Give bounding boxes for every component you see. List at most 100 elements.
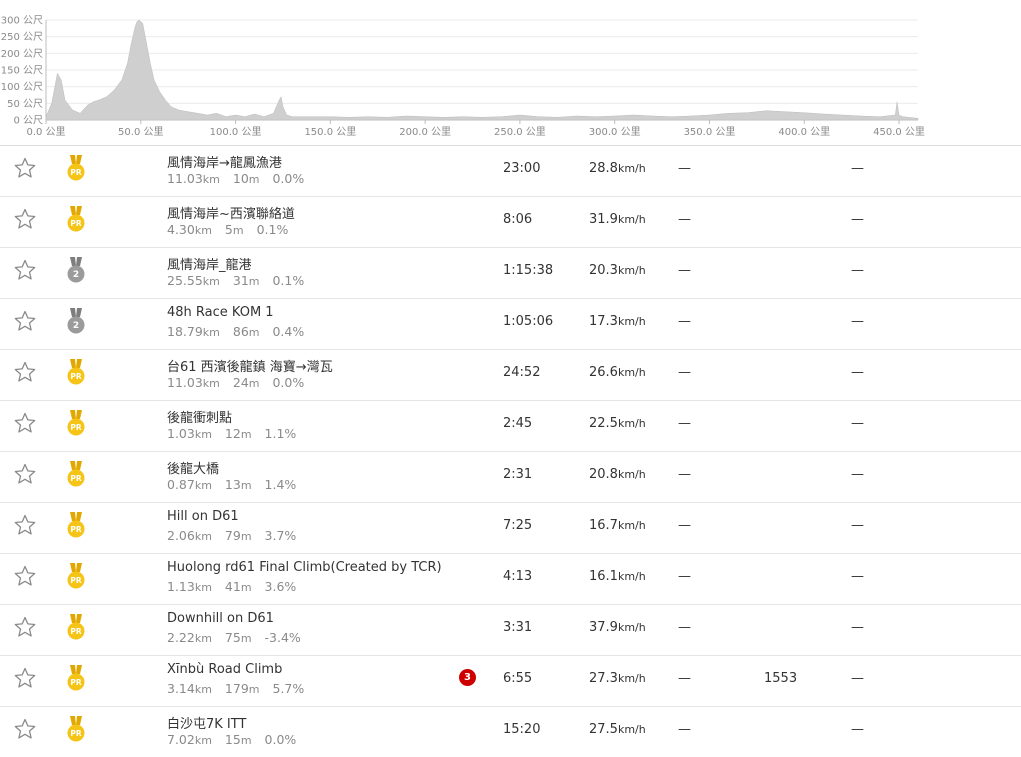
star-outline-icon[interactable] — [13, 666, 37, 690]
segment-row[interactable]: PR 後龍大橋 0.87km 13m 1.4% 2:31 20.8km/h — … — [0, 451, 1021, 502]
segment-speed: 37.9km/h — [589, 620, 646, 635]
segment-column-a: — — [678, 314, 691, 329]
segment-name-link[interactable]: 台61 西濱後龍鎮 海寶→灣瓦 — [167, 356, 333, 375]
x-tick-label: 0.0 公里 — [26, 126, 65, 138]
segment-elevation: 13m — [224, 477, 252, 492]
segment-stats: 1.13km 41m 3.6% — [167, 579, 305, 594]
segment-column-a: — — [678, 416, 691, 431]
segment-column-c: — — [851, 467, 864, 482]
segment-column-c: — — [851, 569, 864, 584]
elevation-profile-chart[interactable]: 0 公尺50 公尺100 公尺150 公尺200 公尺250 公尺300 公尺 … — [0, 0, 1021, 146]
star-outline-icon[interactable] — [13, 564, 37, 588]
segment-stats: 18.79km 86m 0.4% — [167, 324, 313, 339]
svg-text:PR: PR — [70, 627, 81, 636]
segment-column-c: — — [851, 263, 864, 278]
segment-elevation: 10m — [232, 171, 260, 186]
segment-time: 15:20 — [503, 722, 541, 737]
segment-efforts-table: PR 風情海岸→龍鳳漁港 11.03km 10m 0.0% 23:00 28.8… — [0, 145, 1021, 757]
segment-distance: 4.30km — [167, 222, 212, 237]
star-outline-icon[interactable] — [13, 462, 37, 486]
star-outline-icon[interactable] — [13, 717, 37, 741]
segment-name-link[interactable]: 白沙屯7K ITT — [167, 713, 246, 732]
segment-column-c: — — [851, 671, 864, 686]
svg-text:PR: PR — [70, 423, 81, 432]
svg-text:PR: PR — [70, 168, 81, 177]
star-outline-icon[interactable] — [13, 258, 37, 282]
segment-row[interactable]: PR Hill on D61 2.06km 79m 3.7% 7:25 16.7… — [0, 502, 1021, 553]
segment-stats: 1.03km 12m 1.1% — [167, 426, 305, 441]
segment-column-b: 1553 — [764, 671, 798, 686]
segment-name-link[interactable]: Downhill on D61 — [167, 611, 274, 626]
pr-medal-icon: PR — [67, 614, 85, 640]
segment-grade: 0.0% — [272, 171, 305, 186]
segment-distance: 0.87km — [167, 477, 212, 492]
segment-time: 23:00 — [503, 161, 541, 176]
segment-row[interactable]: PR Xīnbù Road Climb 3.14km 179m 5.7% 3 6… — [0, 655, 1021, 706]
x-tick-label: 250.0 公里 — [494, 126, 546, 138]
segment-distance: 7.02km — [167, 732, 212, 747]
x-tick-label: 350.0 公里 — [684, 126, 736, 138]
segment-row[interactable]: PR 台61 西濱後龍鎮 海寶→灣瓦 11.03km 24m 0.0% 24:5… — [0, 349, 1021, 400]
svg-text:PR: PR — [70, 525, 81, 534]
segment-name-link[interactable]: Huolong rd61 Final Climb(Created by TCR) — [167, 560, 442, 575]
svg-text:PR: PR — [70, 219, 81, 228]
segment-stats: 25.55km 31m 0.1% — [167, 273, 313, 288]
segment-column-a: — — [678, 722, 691, 737]
segment-name-link[interactable]: 風情海岸_龍港 — [167, 254, 252, 273]
segment-stats: 2.06km 79m 3.7% — [167, 528, 305, 543]
svg-text:2: 2 — [73, 270, 79, 280]
segment-grade: 5.7% — [272, 681, 305, 696]
segment-distance: 2.22km — [167, 630, 212, 645]
segment-distance: 11.03km — [167, 171, 220, 186]
svg-text:PR: PR — [70, 729, 81, 738]
segment-row[interactable]: PR 風情海岸→龍鳳漁港 11.03km 10m 0.0% 23:00 28.8… — [0, 145, 1021, 196]
segment-speed: 27.5km/h — [589, 722, 646, 737]
segment-distance: 18.79km — [167, 324, 220, 339]
segment-name-link[interactable]: 後龍大橋 — [167, 458, 219, 477]
segment-speed: 31.9km/h — [589, 212, 646, 227]
segment-name-link[interactable]: 後龍衝刺點 — [167, 407, 232, 426]
pr-medal-icon: PR — [67, 410, 85, 436]
segment-name-link[interactable]: 48h Race KOM 1 — [167, 305, 274, 320]
segment-elevation: 75m — [224, 630, 252, 645]
star-outline-icon[interactable] — [13, 207, 37, 231]
star-outline-icon[interactable] — [13, 360, 37, 384]
segment-time: 2:31 — [503, 467, 533, 482]
segment-name-link[interactable]: 風情海岸→龍鳳漁港 — [167, 152, 282, 171]
segment-row[interactable]: PR 風情海岸~西濱聯絡道 4.30km 5m 0.1% 8:06 31.9km… — [0, 196, 1021, 247]
segment-column-c: — — [851, 722, 864, 737]
pr-medal-icon: PR — [67, 155, 85, 181]
svg-text:2: 2 — [73, 321, 79, 331]
y-tick-label: 200 公尺 — [1, 48, 43, 60]
x-tick-label: 450.0 公里 — [873, 126, 925, 138]
star-outline-icon[interactable] — [13, 411, 37, 435]
segment-time: 7:25 — [503, 518, 533, 533]
segment-row[interactable]: PR 白沙屯7K ITT 7.02km 15m 0.0% 15:20 27.5k… — [0, 706, 1021, 757]
segment-grade: 1.4% — [264, 477, 297, 492]
star-outline-icon[interactable] — [13, 156, 37, 180]
segment-speed: 16.7km/h — [589, 518, 646, 533]
segment-elevation: 86m — [232, 324, 260, 339]
segment-elevation: 5m — [224, 222, 244, 237]
star-outline-icon[interactable] — [13, 513, 37, 537]
segment-elevation: 31m — [232, 273, 260, 288]
segment-name-link[interactable]: 風情海岸~西濱聯絡道 — [167, 203, 295, 222]
star-outline-icon[interactable] — [13, 309, 37, 333]
segment-time: 1:15:38 — [503, 263, 554, 278]
segment-column-c: — — [851, 161, 864, 176]
svg-text:PR: PR — [70, 474, 81, 483]
y-tick-label: 50 公尺 — [7, 98, 43, 110]
segment-row[interactable]: PR Downhill on D61 2.22km 75m -3.4% 3:31… — [0, 604, 1021, 655]
segment-name-link[interactable]: Hill on D61 — [167, 509, 239, 524]
segment-column-c: — — [851, 416, 864, 431]
segment-row[interactable]: 2 48h Race KOM 1 18.79km 86m 0.4% 1:05:0… — [0, 298, 1021, 349]
star-outline-icon[interactable] — [13, 615, 37, 639]
segment-name-link[interactable]: Xīnbù Road Climb — [167, 662, 282, 677]
segment-row[interactable]: PR Huolong rd61 Final Climb(Created by T… — [0, 553, 1021, 604]
segment-row[interactable]: PR 後龍衝刺點 1.03km 12m 1.1% 2:45 22.5km/h —… — [0, 400, 1021, 451]
segment-speed: 20.3km/h — [589, 263, 646, 278]
segment-speed: 28.8km/h — [589, 161, 646, 176]
elevation-y-axis: 0 公尺 50 公尺 100 公尺 150 公尺 200 公尺 250 公尺 300 公尺 — [1, 15, 43, 127]
segment-row[interactable]: 2 風情海岸_龍港 25.55km 31m 0.1% 1:15:38 20.3k… — [0, 247, 1021, 298]
y-tick-label: 300 公尺 — [1, 15, 43, 27]
